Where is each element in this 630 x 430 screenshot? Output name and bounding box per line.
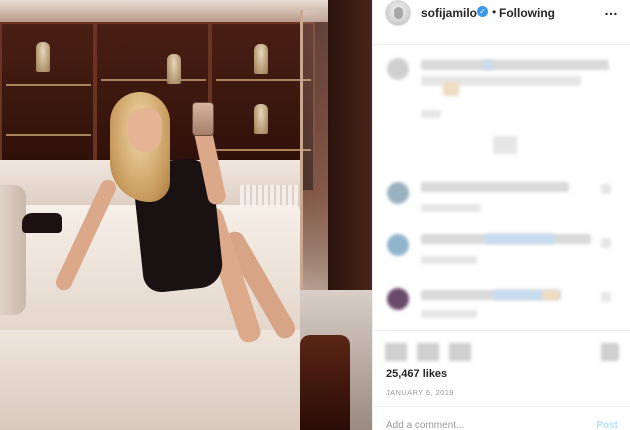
comment-icon[interactable] bbox=[417, 343, 439, 361]
following-button[interactable]: Following bbox=[499, 6, 555, 20]
comment-like-icon[interactable] bbox=[601, 292, 611, 302]
separator-dot: • bbox=[492, 5, 497, 19]
comment-avatar[interactable] bbox=[387, 288, 409, 310]
share-icon[interactable] bbox=[449, 343, 471, 361]
comment-like-icon[interactable] bbox=[601, 184, 611, 194]
caption-text-blurred bbox=[493, 136, 517, 154]
photo-shoe bbox=[22, 213, 62, 233]
comment-meta-blurred bbox=[421, 256, 477, 264]
comment-avatar[interactable] bbox=[387, 182, 409, 204]
caption-emoji-blurred bbox=[443, 82, 459, 96]
caption-text-blurred bbox=[421, 60, 609, 70]
likes-count[interactable]: 25,467 likes bbox=[386, 368, 447, 380]
photo-chair bbox=[300, 335, 350, 430]
photo-cushion bbox=[0, 185, 26, 315]
comment-input[interactable]: Add a comment... bbox=[386, 420, 464, 430]
comment-meta-blurred bbox=[421, 310, 477, 318]
verified-badge-icon: ✓ bbox=[477, 6, 488, 17]
post-date[interactable]: JANUARY 6, 2019 bbox=[386, 388, 454, 397]
post-photo[interactable] bbox=[0, 0, 372, 430]
comment-emoji-blurred bbox=[543, 290, 559, 300]
caption-text-blurred bbox=[483, 60, 493, 70]
caption-avatar[interactable] bbox=[387, 58, 409, 80]
photo-phone bbox=[192, 102, 214, 136]
photo-person-face bbox=[128, 108, 162, 152]
post-action-bar bbox=[373, 330, 630, 361]
comment-meta-blurred bbox=[421, 204, 481, 212]
heart-icon[interactable] bbox=[385, 343, 407, 361]
comment-text-blurred bbox=[421, 182, 569, 192]
comment-text-blurred bbox=[485, 234, 555, 244]
caption-text-blurred bbox=[421, 110, 441, 118]
post-side-panel: sofijamilo ✓ • Following … 25,467 likes … bbox=[372, 0, 630, 430]
avatar[interactable] bbox=[385, 0, 411, 26]
username-link[interactable]: sofijamilo bbox=[421, 6, 477, 20]
comment-text-blurred bbox=[493, 290, 543, 300]
post-header: sofijamilo ✓ • Following … bbox=[373, 0, 630, 45]
more-options-icon[interactable]: … bbox=[604, 2, 619, 18]
comment-avatar[interactable] bbox=[387, 234, 409, 256]
bookmark-icon[interactable] bbox=[601, 343, 619, 361]
comment-like-icon[interactable] bbox=[601, 238, 611, 248]
post-comment-button[interactable]: Post bbox=[596, 420, 618, 430]
photo-bed-base bbox=[0, 330, 300, 430]
